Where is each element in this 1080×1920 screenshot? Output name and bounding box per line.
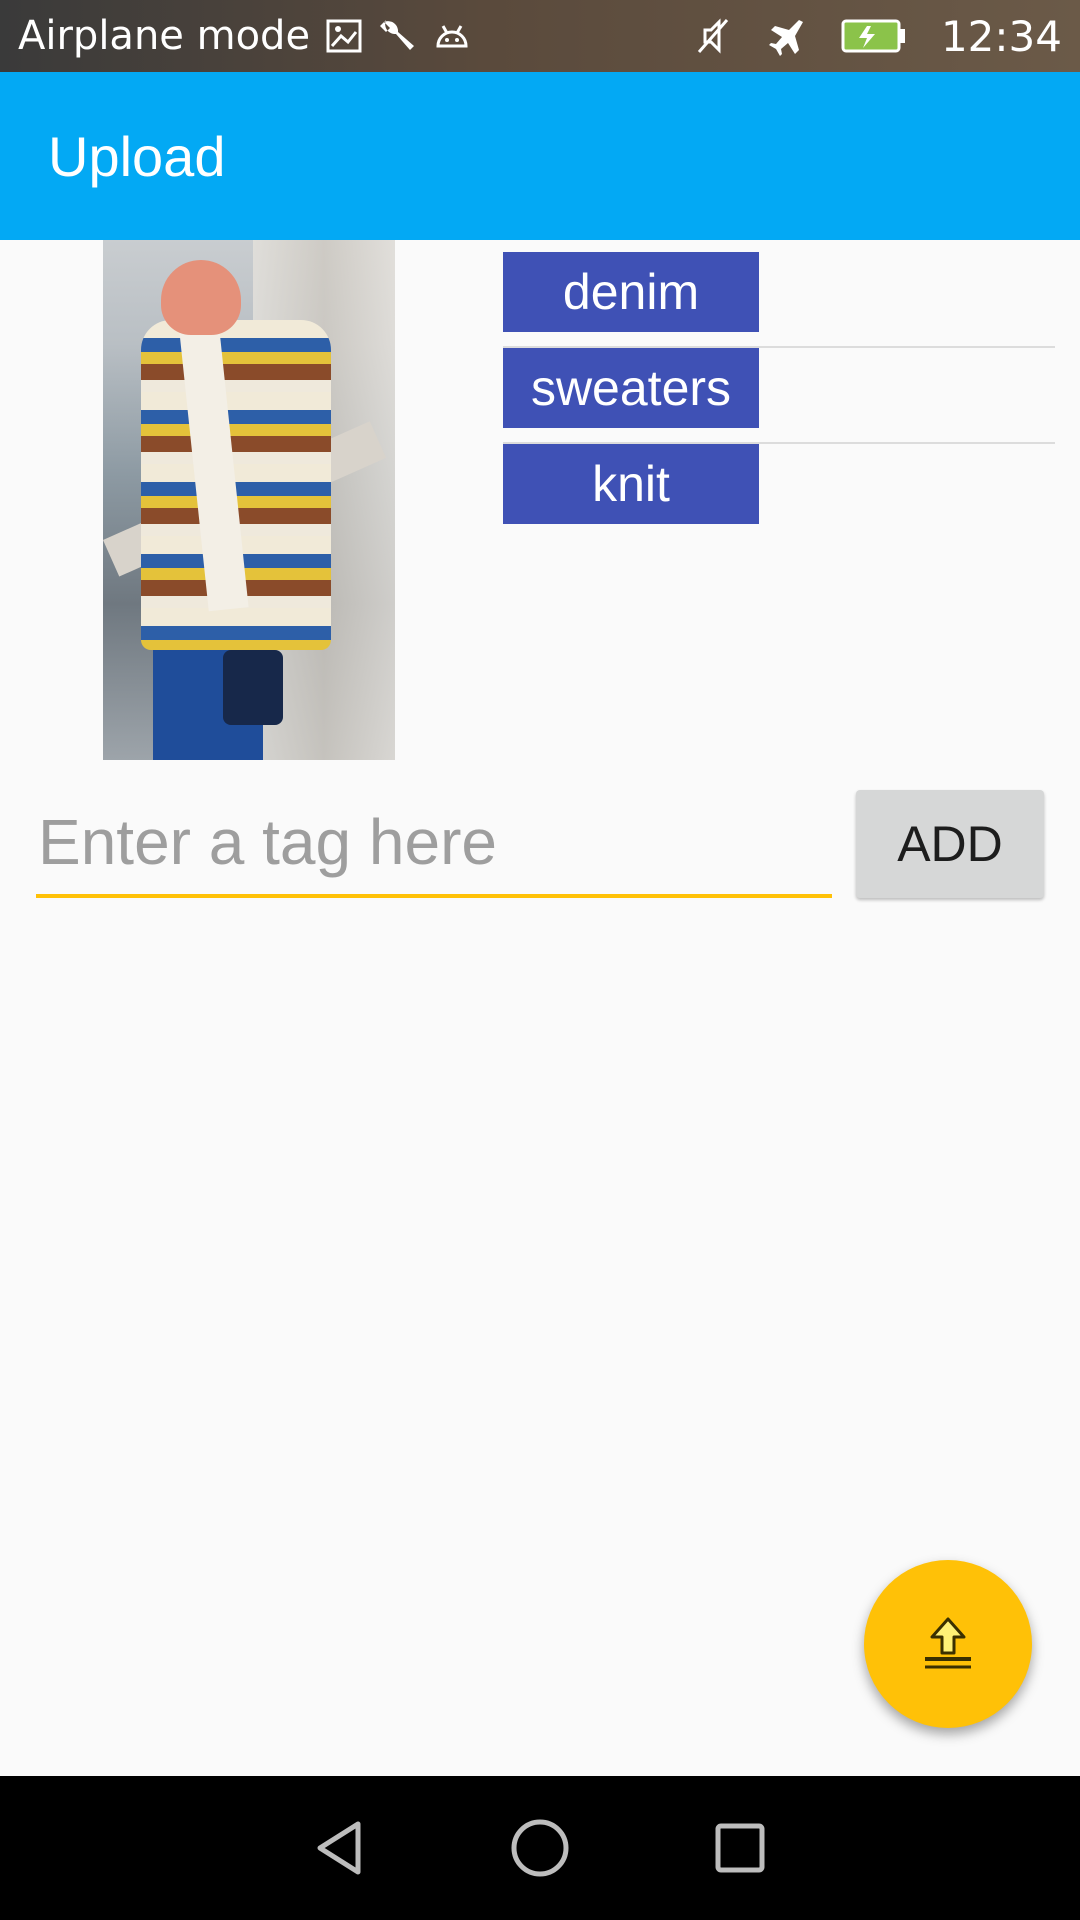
tag-input[interactable] xyxy=(36,790,832,894)
recents-icon[interactable] xyxy=(710,1818,770,1878)
app-bar-title: Upload xyxy=(48,124,226,188)
status-left: Airplane mode xyxy=(18,13,472,59)
status-bar: Airplane mode 12:34 xyxy=(0,0,1080,72)
tag-row: denim xyxy=(503,252,1055,348)
back-icon[interactable] xyxy=(310,1818,370,1878)
status-mode-text: Airplane mode xyxy=(18,13,311,59)
navigation-bar xyxy=(0,1776,1080,1920)
upload-icon xyxy=(925,1617,971,1669)
tag-chip-knit[interactable]: knit xyxy=(503,444,759,524)
mute-icon xyxy=(697,18,729,54)
home-icon[interactable] xyxy=(510,1818,570,1878)
add-tag-button[interactable]: ADD xyxy=(856,790,1044,898)
upload-fab-button[interactable] xyxy=(864,1560,1032,1728)
tag-chip-sweaters[interactable]: sweaters xyxy=(503,348,759,428)
status-right: 12:34 xyxy=(693,12,1062,61)
airplane-icon xyxy=(768,20,803,56)
tag-list: denim sweaters knit xyxy=(503,252,1055,540)
android-icon xyxy=(436,25,468,48)
app-bar: Upload xyxy=(0,72,1080,240)
tag-input-container xyxy=(36,790,832,898)
wrench-icon xyxy=(380,20,415,50)
uploaded-photo xyxy=(103,240,395,760)
tag-chip-denim[interactable]: denim xyxy=(503,252,759,332)
image-icon xyxy=(326,19,362,53)
battery-charging-icon xyxy=(841,19,905,53)
tag-row: knit xyxy=(503,444,1055,540)
status-time: 12:34 xyxy=(940,11,1062,61)
tag-row: sweaters xyxy=(503,348,1055,444)
